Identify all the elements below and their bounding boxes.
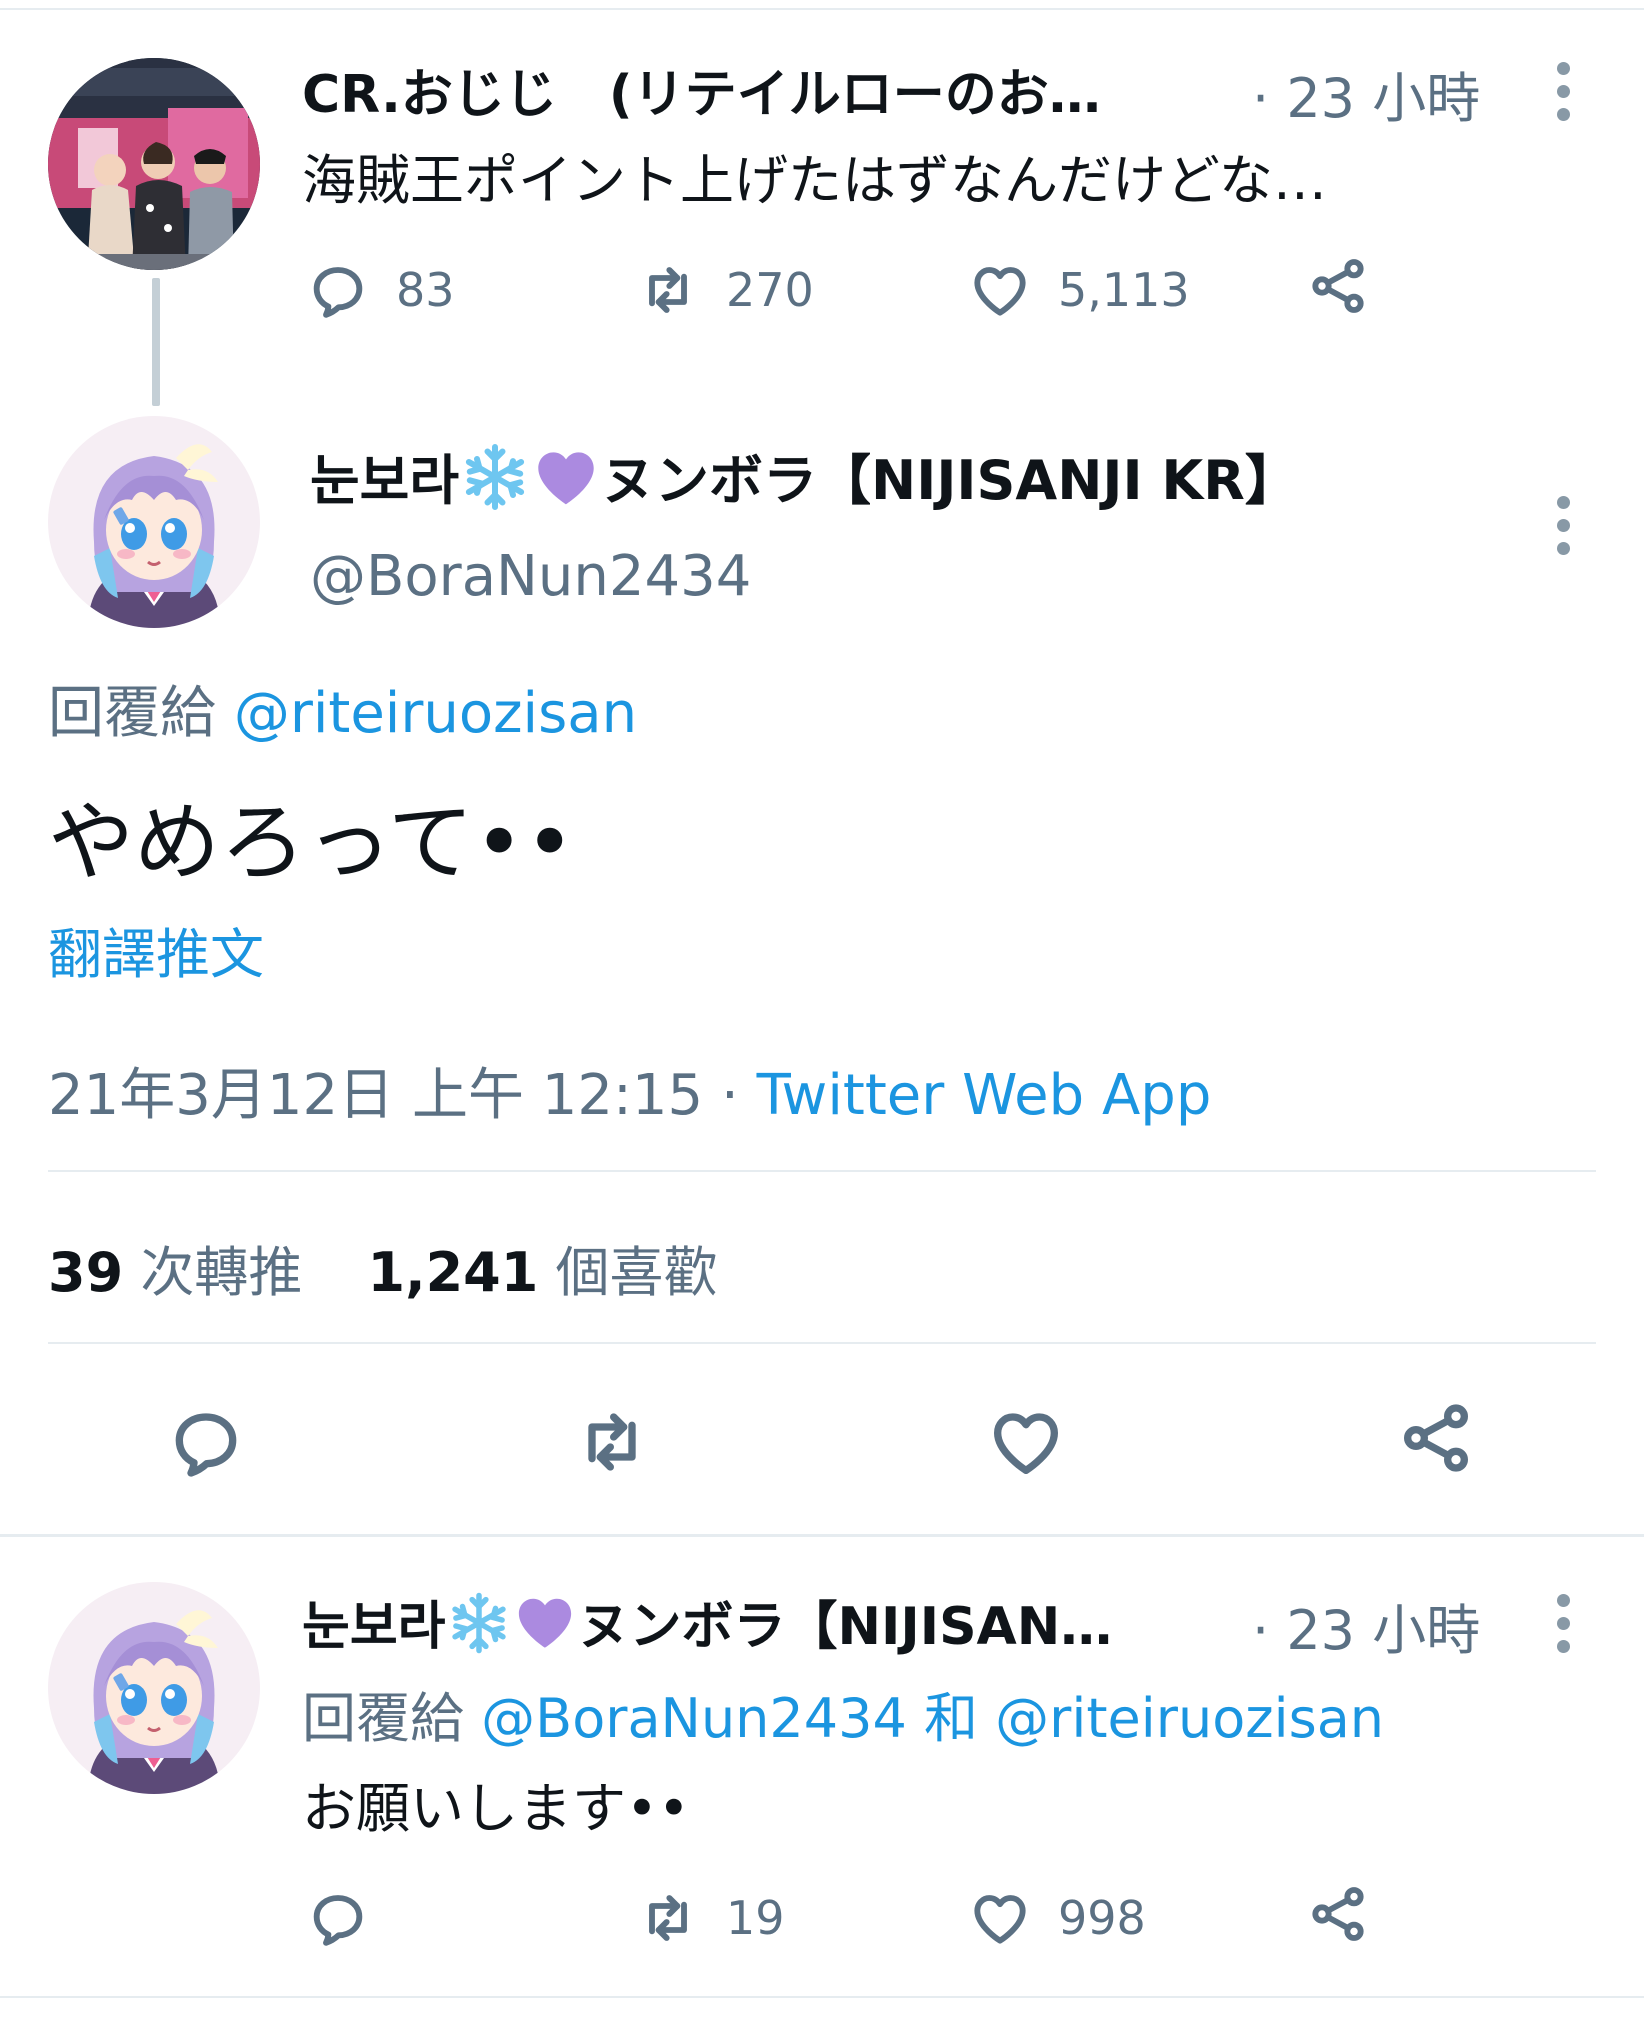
- parent-timestamp[interactable]: · 23 小時: [1252, 54, 1480, 133]
- reply-icon: [313, 267, 363, 318]
- top-divider: [0, 8, 1644, 10]
- main-tweet-timestamp[interactable]: 21年3月12日 上午 12:15: [48, 1063, 703, 1128]
- main-tweet-bottom-divider: [0, 1534, 1644, 1537]
- like-icon: [994, 1413, 1058, 1474]
- reply-icon: [313, 1895, 363, 1946]
- avatar-bora-nun-reply[interactable]: [48, 1582, 260, 1794]
- like-stat-count: 1,241: [367, 1241, 539, 1304]
- reply-reply-button[interactable]: [306, 1886, 396, 1950]
- main-author-name[interactable]: 눈보라 ヌンボラ【NIJISANJI KR】: [310, 436, 1299, 515]
- reply-timestamp[interactable]: · 23 小時: [1252, 1586, 1480, 1665]
- snowflake-emoji-icon: [451, 1592, 506, 1654]
- main-more-icon[interactable]: [1548, 496, 1578, 555]
- main-author-name-prefix: 눈보라: [310, 449, 460, 512]
- avatar-photo-image: [48, 58, 260, 270]
- avatar-anime-girl-image: [48, 1582, 260, 1794]
- reply-tweet-text: お願いします••: [302, 1777, 690, 1840]
- reply-like-count: 998: [1058, 1891, 1146, 1945]
- stats-top-divider: [48, 1170, 1596, 1172]
- share-icon: [1312, 1887, 1364, 1941]
- share-icon: [1404, 1404, 1468, 1472]
- reply-retweet-count: 19: [726, 1891, 785, 1945]
- like-icon: [974, 267, 1026, 316]
- main-tweet-text: やめろって••: [48, 793, 576, 893]
- reply-share-button[interactable]: [1306, 1882, 1370, 1946]
- reply-and-label: 和: [924, 1687, 978, 1750]
- stats-bottom-divider: [48, 1342, 1596, 1344]
- translate-tweet-link[interactable]: 翻譯推文: [48, 910, 264, 989]
- parent-like-button[interactable]: 5,113: [968, 258, 1190, 322]
- reply-author-name-prefix: 눈보라: [302, 1597, 446, 1657]
- retweet-stat-count: 39: [48, 1241, 124, 1304]
- main-retweet-button[interactable]: [572, 1402, 652, 1482]
- parent-share-button[interactable]: [1306, 254, 1370, 318]
- avatar-cr-ojiji[interactable]: [48, 58, 260, 270]
- reply-author-name[interactable]: 눈보라 ヌンボラ【NIJISAN…: [302, 1584, 1112, 1659]
- main-reply-label: 回覆給: [48, 681, 216, 746]
- like-icon: [974, 1895, 1026, 1944]
- reply-mention-2[interactable]: @riteiruozisan: [995, 1687, 1384, 1750]
- main-reply-button[interactable]: [166, 1402, 246, 1482]
- reply-context-label: 回覆給: [302, 1687, 464, 1750]
- reply-retweet-button[interactable]: 19: [636, 1886, 785, 1950]
- like-stat[interactable]: 1,241 個喜歡: [368, 1241, 718, 1304]
- engagement-stats: 39 次轉推 1,241 個喜歡: [48, 1228, 717, 1307]
- parent-reply-button[interactable]: 83: [306, 258, 455, 322]
- main-tweet-meta: 21年3月12日 上午 12:15 · Twitter Web App: [48, 1050, 1211, 1131]
- bottom-divider: [0, 1996, 1644, 1998]
- tweet-source-link[interactable]: Twitter Web App: [757, 1063, 1212, 1128]
- like-stat-label: 個喜歡: [555, 1241, 718, 1304]
- main-reply-context: 回覆給 @riteiruozisan: [48, 668, 637, 749]
- avatar-bora-nun[interactable]: [48, 416, 260, 628]
- parent-more-icon[interactable]: [1548, 62, 1578, 121]
- reply-context: 回覆給 @BoraNun2434 和 @riteiruozisan: [302, 1674, 1384, 1753]
- main-reply-mention[interactable]: @riteiruozisan: [234, 681, 637, 746]
- main-share-button[interactable]: [1396, 1398, 1476, 1478]
- main-author-name-suffix: ヌンボラ【NIJISANJI KR】: [601, 449, 1299, 512]
- reply-author-name-suffix: ヌンボラ【NIJISAN…: [577, 1597, 1113, 1657]
- retweet-icon: [588, 1413, 636, 1471]
- parent-like-count: 5,113: [1058, 263, 1190, 317]
- parent-author-name[interactable]: CR.おじじ (リテイルローのお…: [302, 52, 1101, 127]
- retweet-icon: [649, 1895, 687, 1941]
- meta-separator: ·: [720, 1063, 739, 1128]
- share-icon: [1312, 259, 1364, 313]
- purple-heart-emoji-icon: [538, 452, 594, 505]
- main-author-handle[interactable]: @BoraNun2434: [310, 544, 751, 609]
- retweet-stat[interactable]: 39 次轉推: [48, 1241, 302, 1304]
- reply-icon: [175, 1413, 237, 1477]
- parent-reply-count: 83: [396, 263, 455, 317]
- reply-mention-1[interactable]: @BoraNun2434: [481, 1687, 907, 1750]
- retweet-stat-label: 次轉推: [140, 1241, 303, 1304]
- avatar-anime-girl-image: [48, 416, 260, 628]
- parent-retweet-count: 270: [726, 263, 814, 317]
- parent-retweet-button[interactable]: 270: [636, 258, 814, 322]
- purple-heart-emoji-icon: [518, 1598, 571, 1648]
- reply-like-button[interactable]: 998: [968, 1886, 1146, 1950]
- snowflake-emoji-icon: [465, 444, 525, 510]
- parent-tweet-text: 海賊王ポイント上げたはずなんだけどな…: [302, 149, 1327, 212]
- thread-connector-line: [152, 278, 160, 406]
- main-like-button[interactable]: [986, 1402, 1066, 1482]
- retweet-icon: [649, 267, 687, 313]
- reply-more-icon[interactable]: [1548, 1594, 1578, 1653]
